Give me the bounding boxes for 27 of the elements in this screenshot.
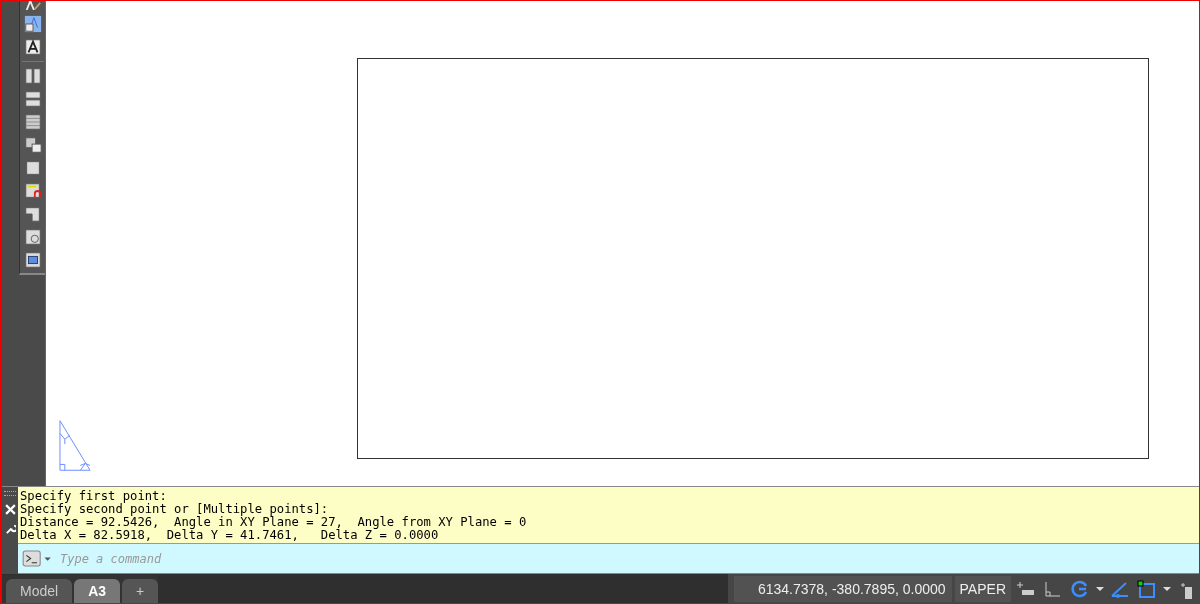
command-history-line: Specify first point: <box>20 490 168 504</box>
lock-viewport-icon[interactable] <box>23 182 42 200</box>
prompt-icon[interactable] <box>22 550 52 568</box>
layout-tab[interactable]: A3 <box>74 579 121 603</box>
vertical-split-icon[interactable] <box>23 67 42 85</box>
clip-viewport-icon[interactable] <box>23 228 42 246</box>
viewports-icon[interactable] <box>23 136 42 154</box>
polygon-icon[interactable] <box>23 205 42 223</box>
paper-space-button[interactable]: PAPER <box>954 575 1011 602</box>
viewport-icon[interactable] <box>23 251 42 269</box>
horizontal-split-icon[interactable] <box>23 90 42 108</box>
grip-icon[interactable] <box>4 491 16 497</box>
coordinates-readout: 6134.7378, -380.7895, 0.0000 <box>733 575 952 602</box>
layout-tab[interactable]: Model <box>6 579 73 603</box>
dropdown-caret-icon[interactable] <box>1095 585 1105 592</box>
rows-icon[interactable] <box>23 113 42 131</box>
ucs-triangle-icon <box>59 419 92 473</box>
close-icon[interactable] <box>4 504 16 516</box>
command-input-field[interactable]: Type a command <box>58 550 462 567</box>
text-icon[interactable] <box>23 38 42 56</box>
command-history-line: Distance = 92.5426, Angle in XY Plane = 27, Angle from XY Plane = 0 <box>20 516 528 530</box>
rectangle-icon[interactable] <box>23 159 42 177</box>
annotative-text-icon[interactable] <box>23 15 42 33</box>
layout-tab[interactable]: + <box>122 579 159 603</box>
dropdown-caret-icon[interactable] <box>1162 585 1172 592</box>
command-history-line: Specify second point or [Multiple points]: <box>20 503 330 517</box>
command-history-line: Delta X = 82.5918, Delta Y = 41.7461, Delta Z = 0.0000 <box>20 529 440 543</box>
